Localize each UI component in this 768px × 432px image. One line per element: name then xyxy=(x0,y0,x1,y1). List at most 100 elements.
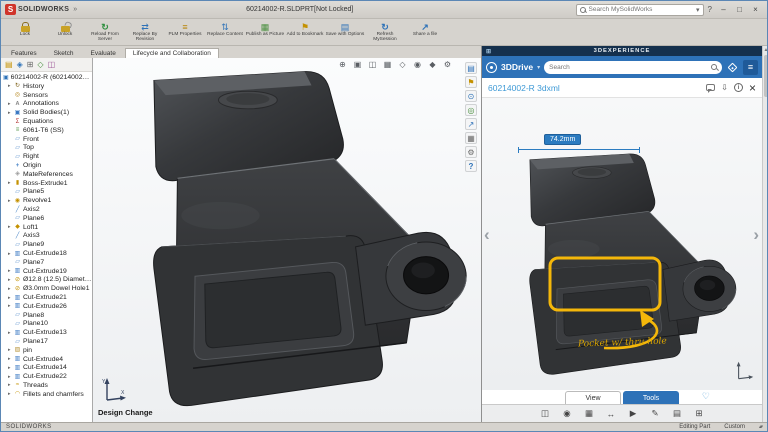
expand-chevron-icon[interactable] xyxy=(8,374,12,380)
3ds-compass-icon[interactable] xyxy=(486,61,497,73)
display-manager-icon[interactable] xyxy=(48,61,56,69)
tree-item[interactable]: Plane8 xyxy=(1,311,92,320)
app-title[interactable]: 3DDrive xyxy=(501,62,533,72)
toolbar-button[interactable]: Share a file xyxy=(405,20,445,45)
tree-item[interactable]: Threads xyxy=(1,381,92,390)
tree-item[interactable]: Revolve1 xyxy=(1,196,92,205)
zoom-area-icon[interactable] xyxy=(352,59,363,70)
preview-tab[interactable]: Tools xyxy=(623,391,679,404)
lifecycle-icon[interactable] xyxy=(465,62,477,74)
tree-item[interactable]: Cut-Extrude4 xyxy=(1,355,92,364)
formats-icon[interactable] xyxy=(465,132,477,144)
toolbar-button[interactable]: Replace Content xyxy=(205,20,245,45)
search-input[interactable] xyxy=(588,6,694,13)
minimize-button[interactable]: – xyxy=(716,3,731,16)
expand-chevron-icon[interactable] xyxy=(8,356,12,362)
tree-item[interactable]: Equations xyxy=(1,117,92,126)
animate-icon[interactable] xyxy=(625,407,642,421)
measure-icon[interactable] xyxy=(603,407,620,421)
apps-grid-icon[interactable]: ⊞ xyxy=(486,48,491,55)
options-icon[interactable] xyxy=(465,146,477,158)
favorite-icon[interactable]: ♡ xyxy=(702,391,710,402)
tree-item[interactable]: Cut-Extrude13 xyxy=(1,328,92,337)
tree-item[interactable]: Ø3.0mm Dowel Hole1 xyxy=(1,284,92,293)
tree-item[interactable]: Cut-Extrude26 xyxy=(1,302,92,311)
tree-item[interactable]: Right xyxy=(1,152,92,161)
tree-item[interactable]: Cut-Extrude14 xyxy=(1,364,92,373)
view-orientation-icon[interactable] xyxy=(382,59,393,70)
expand-chevron-icon[interactable] xyxy=(8,83,12,89)
view-settings-icon[interactable] xyxy=(442,59,453,70)
expand-chevron-icon[interactable] xyxy=(8,365,12,371)
expand-chevron-icon[interactable] xyxy=(8,295,12,301)
expand-chevron-icon[interactable] xyxy=(8,391,12,397)
ribbon-tab[interactable]: Lifecycle and Collaboration xyxy=(124,48,219,58)
property-manager-icon[interactable] xyxy=(17,61,23,69)
comment-icon[interactable] xyxy=(706,84,716,93)
expand-chevron-icon[interactable] xyxy=(8,180,12,186)
mysolidworks-search[interactable]: ▾ xyxy=(575,3,704,16)
display-modes-icon[interactable] xyxy=(581,407,598,421)
ribbon-tab[interactable]: Features xyxy=(3,48,45,58)
part-3d-model[interactable] xyxy=(103,66,475,414)
tree-item[interactable]: Sensors xyxy=(1,91,92,100)
menu-expand-icon[interactable]: » xyxy=(73,6,77,13)
app-dropdown-icon[interactable]: ▾ xyxy=(537,64,540,71)
compare-icon[interactable] xyxy=(669,407,686,421)
scrollbar-thumb[interactable] xyxy=(763,55,767,97)
configuration-manager-icon[interactable] xyxy=(27,61,34,69)
expand-chevron-icon[interactable] xyxy=(8,382,12,388)
help-icon[interactable] xyxy=(465,160,477,172)
download-icon[interactable]: ⇩ xyxy=(721,83,728,92)
toolbar-button[interactable]: Publish as Picture xyxy=(245,20,285,45)
section-tool-icon[interactable] xyxy=(537,407,554,421)
tree-item[interactable]: Annotations xyxy=(1,100,92,109)
preview-3d-area[interactable]: 74.2mm Pocket w/ thru hole ‹ › xyxy=(482,98,762,390)
tree-item[interactable]: 6061-T6 (SS) xyxy=(1,126,92,135)
toolbar-button[interactable]: Reload From Server xyxy=(85,20,125,45)
tree-item[interactable]: Plane7 xyxy=(1,258,92,267)
solidworks-logo[interactable]: S SOLIDWORKS xyxy=(5,4,69,15)
expand-chevron-icon[interactable] xyxy=(8,251,12,257)
expand-chevron-icon[interactable] xyxy=(8,286,12,292)
hide-show-icon[interactable] xyxy=(412,59,423,70)
configuration-selector[interactable]: Custom xyxy=(724,424,745,430)
expand-chevron-icon[interactable] xyxy=(8,268,12,274)
expand-chevron-icon[interactable] xyxy=(8,101,12,107)
tree-item[interactable]: Cut-Extrude18 xyxy=(1,249,92,258)
view-mode-icon[interactable] xyxy=(559,407,576,421)
share-icon[interactable] xyxy=(465,118,477,130)
drive-search-input[interactable] xyxy=(549,63,708,71)
toolbar-button[interactable]: Refresh MySession xyxy=(365,20,405,45)
toolbar-button[interactable]: Save with Options xyxy=(325,20,365,45)
markup-icon[interactable] xyxy=(647,407,664,421)
tree-root-item[interactable]: ▣ 60214002-R (60214002) «Display Sta xyxy=(1,73,92,82)
feature-manager-icon[interactable] xyxy=(5,61,13,69)
scrollbar[interactable]: ▲ xyxy=(762,46,767,422)
graphics-area[interactable]: Y X Design Change xyxy=(93,58,481,422)
expand-chevron-icon[interactable] xyxy=(8,110,12,116)
tree-item[interactable]: Solid Bodies(1) xyxy=(1,108,92,117)
toolbar-button[interactable]: Replace By Revision xyxy=(125,20,165,45)
previous-item-chevron[interactable]: ‹ xyxy=(484,226,490,243)
tree-item[interactable]: Axis2 xyxy=(1,205,92,214)
ribbon-tab[interactable]: Evaluate xyxy=(83,48,124,58)
tree-item[interactable]: Plane5 xyxy=(1,188,92,197)
bookmark-icon[interactable] xyxy=(465,76,477,88)
dimension-badge[interactable]: 74.2mm xyxy=(544,134,582,145)
close-panel-icon[interactable]: × xyxy=(749,82,756,94)
drive-search[interactable] xyxy=(544,60,722,74)
tree-item[interactable]: Loft1 xyxy=(1,223,92,232)
3dxml-title[interactable]: 60214002-R 3dxml xyxy=(488,83,560,93)
tree-item[interactable]: pin xyxy=(1,346,92,355)
panel-menu-button[interactable]: ≡ xyxy=(743,59,758,75)
tree-item[interactable]: Plane10 xyxy=(1,320,92,329)
expand-chevron-icon[interactable] xyxy=(8,277,12,283)
zoom-fit-icon[interactable] xyxy=(337,59,348,70)
ribbon-tab[interactable]: Sketch xyxy=(46,48,82,58)
expand-chevron-icon[interactable] xyxy=(8,303,12,309)
toolbar-button[interactable]: Unlock xyxy=(45,20,85,45)
close-button[interactable]: × xyxy=(748,3,763,16)
tree-item[interactable]: Fillets and chamfers xyxy=(1,390,92,399)
tree-item[interactable]: Plane17 xyxy=(1,337,92,346)
